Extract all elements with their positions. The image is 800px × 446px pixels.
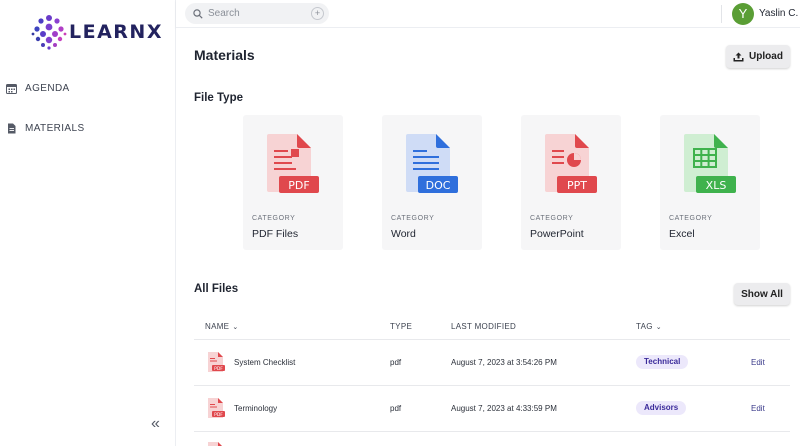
table-divider: [194, 385, 790, 386]
category-label: CATEGORY: [391, 215, 435, 222]
chevron-down-icon: ⌄: [232, 323, 239, 331]
column-header-tag[interactable]: TAG ⌄: [636, 322, 662, 331]
page-title: Materials: [194, 47, 255, 63]
file-name[interactable]: System Checklist: [234, 358, 295, 367]
collapse-sidebar-button[interactable]: «: [151, 416, 167, 433]
xls-file-icon: XLS: [684, 134, 736, 193]
show-all-button[interactable]: Show All: [734, 283, 790, 305]
calendar-icon: [6, 83, 17, 94]
category-card-pdf[interactable]: PDF CATEGORY PDF Files: [243, 115, 343, 250]
svg-text:PDF: PDF: [214, 366, 223, 372]
edit-link[interactable]: Edit: [751, 358, 765, 367]
file-modified: August 7, 2023 at 4:33:59 PM: [451, 404, 557, 413]
category-label: CATEGORY: [669, 215, 713, 222]
chevron-down-icon: ⌄: [655, 323, 662, 331]
file-type-title: File Type: [194, 92, 243, 104]
column-header-label: LAST MODIFIED: [451, 322, 517, 331]
file-name[interactable]: Terminology: [234, 404, 277, 413]
sidebar-item-label: MATERIALS: [25, 122, 85, 134]
topbar: + Y Yaslin C.: [176, 0, 800, 28]
ppt-file-icon: PPT: [545, 134, 597, 193]
document-icon: [6, 123, 17, 134]
category-card-powerpoint[interactable]: PPT CATEGORY PowerPoint: [521, 115, 621, 250]
pdf-file-icon: PDF: [208, 352, 225, 372]
column-header-label: NAME: [205, 322, 230, 331]
sidebar-item-materials[interactable]: MATERIALS: [0, 117, 176, 139]
brand-logo[interactable]: LEARNX: [30, 12, 163, 52]
search-input[interactable]: [208, 8, 308, 19]
sidebar: LEARNX AGENDA MATERIALS «: [0, 0, 176, 446]
sidebar-item-label: AGENDA: [25, 82, 70, 94]
main-content: Materials Upload File Type PDF CATEGORY …: [176, 28, 800, 446]
category-card-word[interactable]: DOC CATEGORY Word: [382, 115, 482, 250]
column-header-type: TYPE: [390, 322, 412, 331]
table-divider: [194, 339, 790, 340]
search-bar[interactable]: +: [185, 3, 329, 24]
pdf-badge: PDF: [288, 179, 309, 192]
column-header-label: TYPE: [390, 322, 413, 331]
svg-text:PDF: PDF: [214, 412, 223, 418]
user-name[interactable]: Yaslin C.: [759, 8, 798, 19]
category-label: CATEGORY: [530, 215, 574, 222]
doc-badge: DOC: [426, 179, 451, 192]
logo-mark-icon: [31, 15, 67, 50]
sidebar-item-agenda[interactable]: AGENDA: [0, 77, 176, 99]
category-name: PDF Files: [252, 228, 299, 240]
category-name: Word: [391, 228, 416, 240]
avatar[interactable]: Y: [732, 3, 754, 25]
pdf-file-icon: PDF: [208, 398, 225, 418]
tag-badge: Advisors: [636, 401, 687, 415]
word-file-icon: DOC: [406, 134, 458, 193]
ppt-badge: PPT: [567, 179, 587, 192]
topbar-divider: [721, 5, 722, 23]
xls-badge: XLS: [706, 179, 727, 192]
tag-badge: Technical: [636, 355, 689, 369]
edit-link[interactable]: Edit: [751, 404, 765, 413]
upload-label: Upload: [749, 51, 783, 62]
file-type: pdf: [390, 404, 402, 413]
column-header-last-modified: LAST MODIFIED: [451, 322, 516, 331]
brand-name: LEARNX: [69, 21, 163, 43]
search-add-icon[interactable]: +: [311, 7, 324, 20]
file-type: pdf: [390, 358, 402, 367]
category-label: CATEGORY: [252, 215, 296, 222]
pdf-file-icon: PDF: [267, 134, 319, 193]
column-header-name[interactable]: NAME ⌄: [205, 322, 239, 331]
category-name: PowerPoint: [530, 228, 584, 240]
category-card-excel[interactable]: XLS CATEGORY Excel: [660, 115, 760, 250]
upload-button[interactable]: Upload: [726, 45, 790, 68]
file-modified: August 7, 2023 at 3:54:26 PM: [451, 358, 557, 367]
pdf-file-icon: [208, 442, 222, 446]
upload-icon: [733, 52, 744, 62]
table-divider: [194, 431, 790, 432]
category-name: Excel: [669, 228, 695, 240]
column-header-label: TAG: [636, 322, 653, 331]
search-icon: [193, 8, 203, 19]
all-files-title: All Files: [194, 283, 239, 295]
